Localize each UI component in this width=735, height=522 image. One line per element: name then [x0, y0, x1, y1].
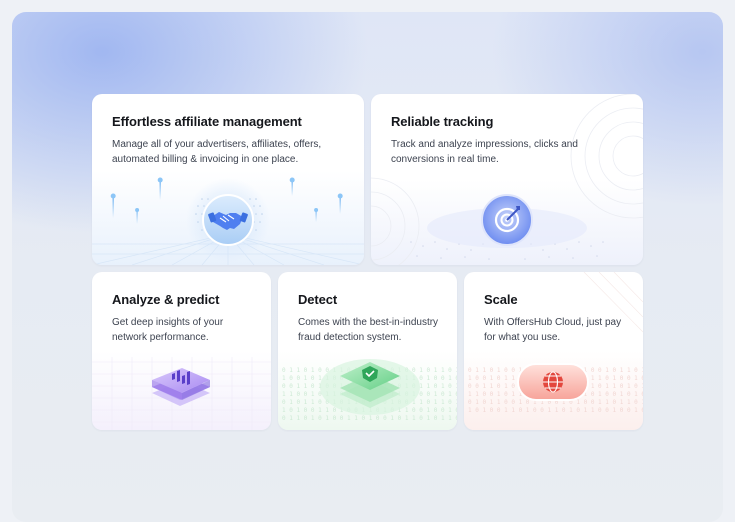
feature-card-affiliate-management: Effortless affiliate management Manage a…	[92, 94, 364, 265]
card-description: Comes with the best-in-industry fraud de…	[298, 317, 439, 343]
globe-icon	[517, 363, 589, 401]
card-description: Track and analyze impressions, clicks an…	[391, 139, 578, 165]
card-description: Manage all of your advertisers, affiliat…	[112, 139, 322, 165]
svg-text:1 0 1 0 0 1 1 0 1 0 0 1 1 0 1: 1 0 1 0 0 1 1 0 1 0 0 1 1 0 1 0 1 1 0 0 …	[468, 407, 643, 414]
feature-card-scale: 0 1 1 0 1 0 0 1 1 0 1 0 0 1 1 0 1 0 0 1 …	[464, 272, 643, 430]
handshake-icon	[202, 194, 254, 246]
feature-card-analyze-predict: Analyze & predict Get deep insights of y…	[92, 272, 271, 430]
card-title: Analyze & predict	[112, 292, 220, 307]
card-title: Effortless affiliate management	[112, 114, 302, 129]
features-panel	[12, 12, 723, 522]
feature-card-detect: 0 1 1 0 1 0 0 1 1 0 1 0 0 1 1 0 1 0 0 1 …	[278, 272, 457, 430]
card-description: With OffersHub Cloud, just pay for what …	[484, 317, 622, 343]
card-title: Scale	[484, 292, 518, 307]
card-title: Detect	[298, 292, 338, 307]
svg-text:0 1 1 0 1 0 1 0 0 1 1 0 1 0 0: 0 1 1 0 1 0 1 0 0 1 1 0 1 0 0 1 0 1 1 0 …	[282, 415, 457, 422]
feature-card-reliable-tracking: Reliable tracking Track and analyze impr…	[371, 94, 643, 265]
target-icon	[481, 194, 533, 246]
card-description: Get deep insights of your network perfor…	[112, 317, 224, 343]
card-title: Reliable tracking	[391, 114, 494, 129]
